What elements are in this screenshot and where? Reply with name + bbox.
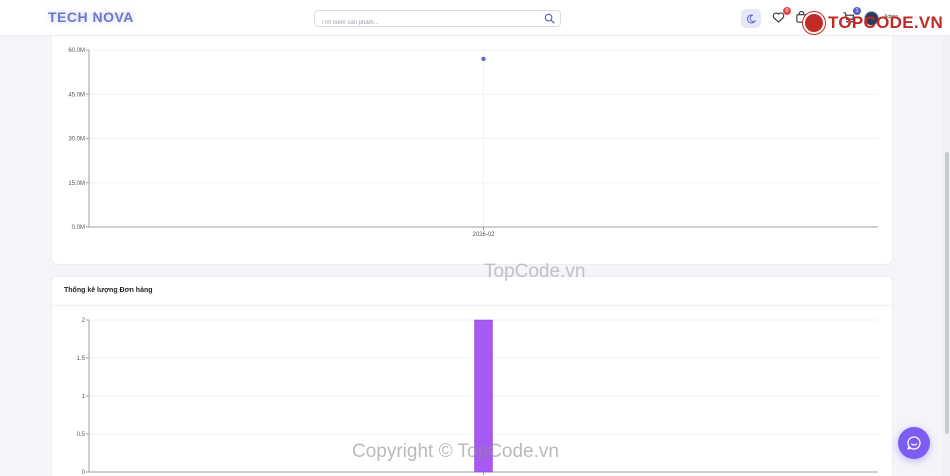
scrollbar-thumb[interactable] xyxy=(945,152,949,434)
orders-chart-title: Thống kê lượng Đơn hàng xyxy=(64,287,153,294)
topcode-logo-text: TOPCODE.VN xyxy=(828,13,944,32)
revenue-point xyxy=(481,56,486,61)
topcode-logo-watermark: TOPCODE.VN xyxy=(803,12,943,34)
chat-button[interactable] xyxy=(898,427,930,459)
orders-chart-card: Thống kê lượng Đơn hàng 2 1.5 1 0.5 0 xyxy=(51,276,893,476)
revenue-chart-card: 60.0M 45.0M 30.0M 15.0M 0.0M 2026-02 xyxy=(51,30,893,265)
orders-y-tick-label: 0 xyxy=(82,470,86,476)
revenue-y-tick-label: 0.0M xyxy=(72,225,85,231)
orders-y-tick-label: 2 xyxy=(82,318,86,324)
orders-y-tick-label: 0.5 xyxy=(77,432,86,438)
orders-y-tick-label: 1 xyxy=(82,394,86,400)
search-box xyxy=(314,10,561,31)
orders-bar xyxy=(474,319,493,473)
revenue-y-tick-label: 30.0M xyxy=(68,137,85,143)
card-divider xyxy=(52,305,892,306)
revenue-y-tick-label: 15.0M xyxy=(68,181,85,187)
chat-icon xyxy=(907,436,921,450)
orders-chart: 2 1.5 1 0.5 0 xyxy=(77,318,878,476)
search-icon[interactable] xyxy=(544,13,555,24)
theme-toggle-button[interactable] xyxy=(741,9,761,28)
revenue-x-tick-label: 2026-02 xyxy=(472,232,495,238)
revenue-chart: 60.0M 45.0M 30.0M 15.0M 0.0M 2026-02 xyxy=(68,48,878,238)
wishlist-badge: 0 xyxy=(783,7,791,15)
revenue-y-tick-label: 60.0M xyxy=(68,48,85,54)
revenue-y-tick-label: 45.0M xyxy=(68,92,85,98)
orders-y-tick-label: 1.5 xyxy=(77,356,86,362)
search-input[interactable] xyxy=(315,15,535,31)
brand-logo[interactable]: TECH NOVA xyxy=(48,9,134,25)
topcode-logo-icon xyxy=(803,12,825,34)
wishlist-button[interactable]: 0 xyxy=(772,7,791,25)
moon-icon xyxy=(747,13,756,23)
